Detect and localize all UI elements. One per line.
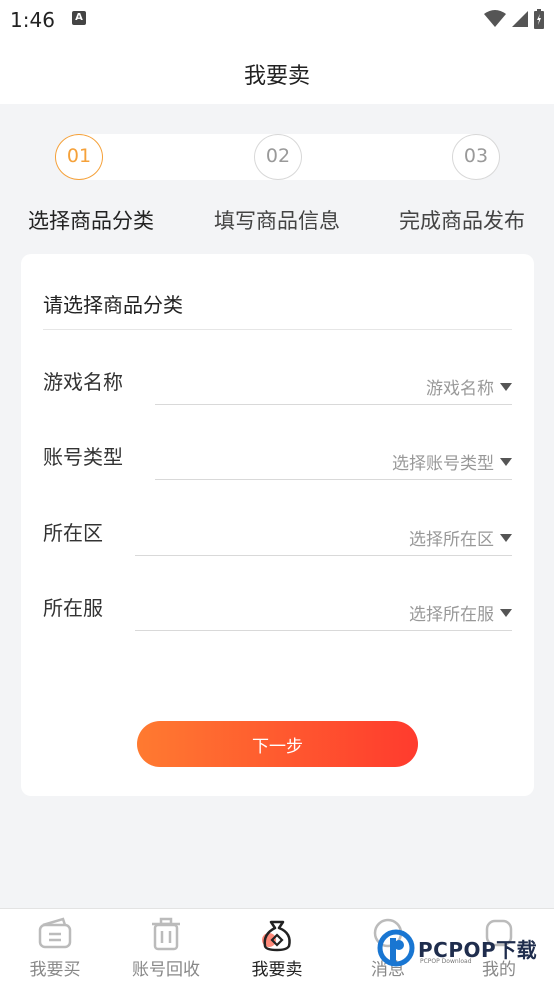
form-title: 请选择商品分类 <box>43 293 183 317</box>
nav-item-buy[interactable]: 我要买 <box>0 909 110 985</box>
server-placeholder: 选择所在服 <box>409 605 494 625</box>
trash-icon <box>152 917 180 951</box>
status-time: 1:46 <box>10 8 55 32</box>
nav-item-sell[interactable]: 我要卖 <box>222 909 332 985</box>
cellular-icon <box>512 11 528 27</box>
game-name-label: 游戏名称 <box>43 370 123 394</box>
account-type-placeholder: 选择账号类型 <box>392 454 494 474</box>
category-form-card: 请选择商品分类 游戏名称 游戏名称 账号类型 选择账号类型 所在区 选择所在区 … <box>21 254 534 796</box>
watermark-sub: PCPOP Download <box>420 958 472 965</box>
caret-down-icon <box>500 457 512 466</box>
battery-icon <box>534 9 544 29</box>
server-label: 所在服 <box>43 596 103 620</box>
a-icon: A <box>72 11 86 25</box>
game-name-select[interactable]: 游戏名称 <box>155 369 512 405</box>
nav-label-buy: 我要买 <box>29 960 81 980</box>
account-type-select[interactable]: 选择账号类型 <box>155 444 512 480</box>
region-select[interactable]: 选择所在区 <box>135 520 512 556</box>
next-step-button[interactable]: 下一步 <box>137 721 418 767</box>
caret-down-icon <box>500 533 512 542</box>
nav-label-sell: 我要卖 <box>251 960 303 980</box>
step-1-circle: 01 <box>55 134 103 180</box>
server-select[interactable]: 选择所在服 <box>135 595 512 631</box>
step-3-circle: 03 <box>452 134 500 180</box>
caret-down-icon <box>500 608 512 617</box>
step-1-label: 选择商品分类 <box>28 209 154 233</box>
step-2-circle: 02 <box>254 134 302 180</box>
nav-item-recycle[interactable]: 账号回收 <box>111 909 221 985</box>
step-3-label: 完成商品发布 <box>399 209 525 233</box>
header: 我要卖 <box>0 40 554 104</box>
money-bag-icon <box>262 920 291 952</box>
region-label: 所在区 <box>43 521 103 545</box>
wifi-icon <box>484 10 506 27</box>
region-placeholder: 选择所在区 <box>409 530 494 550</box>
status-icons <box>484 9 544 29</box>
step-2-label: 填写商品信息 <box>214 209 340 233</box>
page-title: 我要卖 <box>243 64 310 89</box>
watermark: PCPOP下载 PCPOP Download <box>376 928 552 974</box>
account-type-label: 账号类型 <box>43 445 123 469</box>
game-name-placeholder: 游戏名称 <box>426 379 494 399</box>
status-bar: 1:46 A <box>0 0 554 40</box>
form-divider <box>43 329 512 330</box>
nav-label-recycle: 账号回收 <box>132 960 200 980</box>
pcpop-logo-icon <box>377 929 415 967</box>
wallet-icon <box>38 917 72 949</box>
caret-down-icon <box>500 382 512 391</box>
